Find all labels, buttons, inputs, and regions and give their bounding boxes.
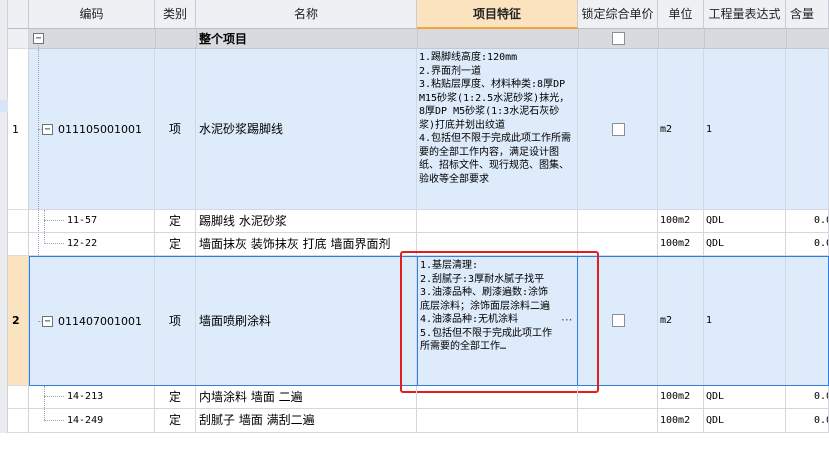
- collapse-toggle-icon[interactable]: −: [42, 124, 53, 135]
- left-strip-marker: [0, 100, 8, 112]
- divider: [196, 29, 197, 49]
- cell-name[interactable]: 内墙涂料 墙面 二遍: [196, 386, 417, 409]
- cell-category[interactable]: 项: [155, 256, 196, 386]
- cell-name[interactable]: 墙面抹灰 装饰抹灰 打底 墙面界面剂: [196, 233, 417, 256]
- cell-features-editing[interactable]: 1.基层清理: 2.刮腻子:3厚耐水腻子找平 3.油漆品种、刷漆遍数:涂饰底层涂…: [417, 256, 578, 386]
- cell-features[interactable]: [417, 210, 578, 233]
- tree-line: [44, 420, 64, 421]
- column-header-features[interactable]: 项目特征: [417, 0, 578, 29]
- cell-lock-price[interactable]: [578, 409, 658, 433]
- cell-features[interactable]: [417, 233, 578, 256]
- left-strip: [0, 0, 8, 433]
- item-code: 011105001001: [58, 123, 142, 136]
- cell-name[interactable]: 刮腻子 墙面 满刮二遍: [196, 409, 417, 433]
- collapse-toggle-icon[interactable]: −: [42, 316, 53, 327]
- cell-name[interactable]: 墙面喷刷涂料: [196, 256, 417, 386]
- cell-lock-price[interactable]: [578, 233, 658, 256]
- divider: [658, 29, 659, 49]
- column-header-lock-price[interactable]: 锁定综合单价: [578, 0, 658, 29]
- cell-contain[interactable]: [786, 256, 829, 386]
- cell-contain[interactable]: 0.0: [786, 386, 829, 409]
- cell-name[interactable]: 踢脚线 水泥砂浆: [196, 210, 417, 233]
- tree-line: [44, 396, 64, 397]
- cell-category[interactable]: 定: [155, 233, 196, 256]
- sub-item-code: 12-22: [67, 238, 98, 249]
- cell-expression[interactable]: 1: [704, 49, 786, 210]
- cell-expression[interactable]: QDL: [704, 210, 786, 233]
- column-header-expression[interactable]: 工程量表达式: [704, 0, 786, 29]
- cell-features[interactable]: 1.踢脚线高度:120mm 2.界面剂一道 3.粘贴层厚度、材料种类:8厚DP …: [417, 49, 578, 210]
- tree-line: [44, 220, 64, 221]
- empty-area: [0, 433, 829, 473]
- row-number: 1: [8, 49, 29, 210]
- row-number: [8, 409, 29, 433]
- cell-category[interactable]: 项: [155, 49, 196, 210]
- cell-features[interactable]: [417, 409, 578, 433]
- group-lock-checkbox[interactable]: [612, 32, 625, 45]
- row-number: [8, 210, 29, 233]
- cell-contain[interactable]: 0.0: [786, 409, 829, 433]
- group-row-name: 整个项目: [199, 32, 248, 46]
- cell-category[interactable]: 定: [155, 386, 196, 409]
- cell-lock-price[interactable]: [578, 210, 658, 233]
- header-corner: [8, 0, 29, 29]
- group-row[interactable]: [29, 29, 829, 49]
- column-header-category[interactable]: 类别: [155, 0, 196, 29]
- cell-unit[interactable]: 100m2: [658, 210, 704, 233]
- cell-contain[interactable]: [786, 49, 829, 210]
- row-number: [8, 386, 29, 409]
- sub-item-code: 14-249: [67, 415, 104, 426]
- cell-expression[interactable]: QDL: [704, 409, 786, 433]
- cell-unit[interactable]: m2: [658, 49, 704, 210]
- group-row-number: [8, 29, 29, 49]
- sub-item-code: 11-57: [67, 215, 98, 226]
- row-number-selected: 2: [8, 256, 29, 386]
- column-header-code[interactable]: 编码: [29, 0, 155, 29]
- cell-lock-price[interactable]: [578, 386, 658, 409]
- cell-features[interactable]: [417, 386, 578, 409]
- cell-contain[interactable]: 0.0: [786, 210, 829, 233]
- column-header-unit[interactable]: 单位: [658, 0, 704, 29]
- cell-name[interactable]: 水泥砂浆踢脚线: [196, 49, 417, 210]
- divider: [155, 29, 156, 49]
- column-header-contain[interactable]: 含量: [786, 0, 829, 29]
- cell-expression[interactable]: QDL: [704, 233, 786, 256]
- divider: [578, 29, 579, 49]
- features-text: 1.基层清理: 2.刮腻子:3厚耐水腻子找平 3.油漆品种、刷漆遍数:涂饰底层涂…: [420, 260, 553, 352]
- cell-unit[interactable]: 100m2: [658, 233, 704, 256]
- cell-category[interactable]: 定: [155, 409, 196, 433]
- sub-item-code: 14-213: [67, 391, 104, 402]
- item-code: 011407001001: [58, 315, 142, 328]
- cell-unit[interactable]: m2: [658, 256, 704, 386]
- row-number: [8, 233, 29, 256]
- cell-unit[interactable]: 100m2: [658, 386, 704, 409]
- cell-contain[interactable]: 0.0: [786, 233, 829, 256]
- divider: [417, 29, 418, 49]
- divider: [704, 29, 705, 49]
- cell-expression[interactable]: 1: [704, 256, 786, 386]
- tree-line: [44, 243, 64, 244]
- more-options-icon[interactable]: ···: [561, 313, 572, 327]
- features-text: 1.踢脚线高度:120mm 2.界面剂一道 3.粘贴层厚度、材料种类:8厚DP …: [419, 52, 572, 185]
- cell-unit[interactable]: 100m2: [658, 409, 704, 433]
- cell-category[interactable]: 定: [155, 210, 196, 233]
- collapse-toggle-icon[interactable]: −: [33, 33, 44, 44]
- lock-price-checkbox[interactable]: [612, 123, 625, 136]
- divider: [786, 29, 787, 49]
- column-header-name[interactable]: 名称: [196, 0, 417, 29]
- lock-price-checkbox[interactable]: [612, 314, 625, 327]
- cell-expression[interactable]: QDL: [704, 386, 786, 409]
